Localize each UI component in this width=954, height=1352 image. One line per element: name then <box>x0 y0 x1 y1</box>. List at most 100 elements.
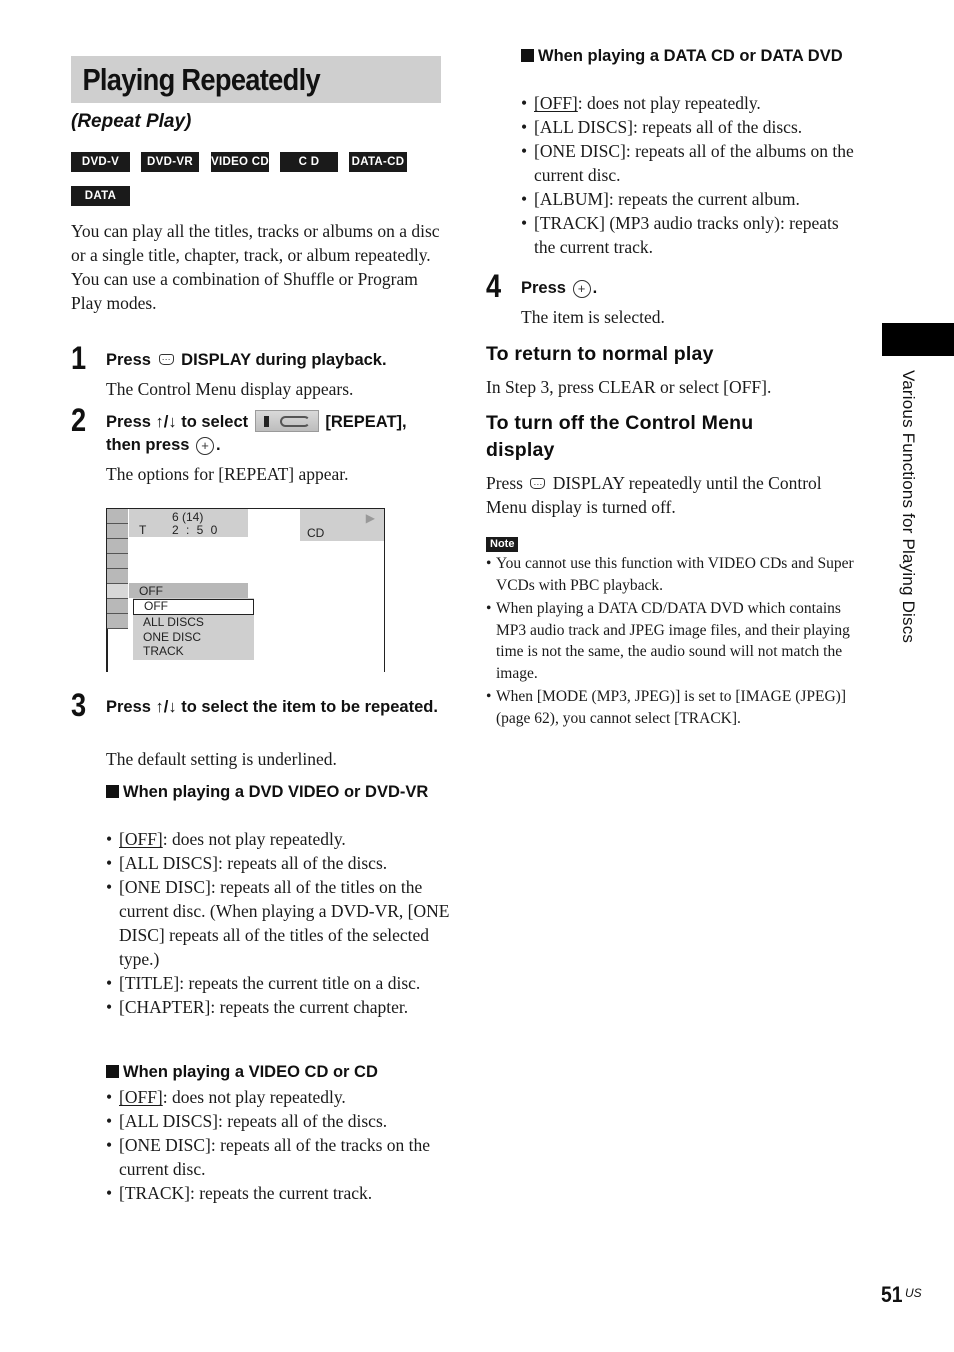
play-icon: ▶ <box>365 511 375 525</box>
section-heading-text: When playing a DVD VIDEO or DVD-VR <box>123 783 429 801</box>
section-heading: When playing a VIDEO CD or CD <box>106 1061 446 1084</box>
intro-paragraph: You can use a combination of Shuffle or … <box>71 269 418 313</box>
option-key: [OFF] <box>534 93 578 113</box>
osd-time: 2 : 5 0 <box>172 523 220 537</box>
option-desc: : does not play repeatedly. <box>162 829 346 849</box>
square-bullet-icon <box>106 785 119 798</box>
section-heading-text: When playing a VIDEO CD or CD <box>123 1063 378 1081</box>
osd-menu-cell-selected <box>107 584 128 599</box>
step-heading-text: then press <box>106 436 190 454</box>
option-desc: : repeats all of the discs. <box>218 853 388 873</box>
badge-cd: C D <box>280 152 338 172</box>
osd-option: ALL DISCS <box>143 615 204 629</box>
option-key: [ALL DISCS] <box>119 853 219 873</box>
turn-off-body: Press DISPLAY repeatedly until the Contr… <box>486 471 856 519</box>
vcd-options-list: [OFF]: does not play repeatedly. [ALL DI… <box>106 1085 451 1205</box>
notes-list: You cannot use this function with VIDEO … <box>486 553 856 731</box>
section-heading: When playing a DATA CD or DATA DVD <box>521 45 851 68</box>
square-bullet-icon <box>521 49 534 62</box>
osd-menu-cell <box>107 554 128 569</box>
badge-data-cd: DATA-CD <box>349 152 407 172</box>
osd-menu-cell <box>107 539 128 554</box>
badge-dvd-v: DVD-V <box>71 152 130 172</box>
note-item: When [MODE (MP3, JPEG)] is set to [IMAGE… <box>486 686 856 729</box>
option-desc: : repeats the current track. <box>189 1183 373 1203</box>
osd-option: TRACK <box>143 644 184 658</box>
option-desc: : does not play repeatedly. <box>577 93 761 113</box>
control-menu-display: 6 (14) T 2 : 5 0 CD ▶ OFF OFF ALL DISCS … <box>106 508 385 672</box>
option-key: [ONE DISC] <box>119 1135 211 1155</box>
step-body: The default setting is underlined. <box>106 749 337 769</box>
osd-menu-cell <box>107 569 128 584</box>
option-key: [CHAPTER] <box>119 997 211 1017</box>
step-heading-text: Press ↑/↓ to select <box>106 413 249 431</box>
option-desc: : repeats the current album. <box>608 189 800 209</box>
list-item: [CHAPTER]: repeats the current chapter. <box>106 995 451 1019</box>
period: . <box>216 436 221 454</box>
step-body: The item is selected. <box>521 307 665 327</box>
option-key: [ALL DISCS] <box>534 117 634 137</box>
step-number: 1 <box>71 340 87 376</box>
display-button-icon <box>158 348 174 371</box>
osd-option-selected: OFF <box>133 599 254 615</box>
list-item: [ONE DISC]: repeats all of the tracks on… <box>106 1133 451 1181</box>
page-subtitle: (Repeat Play) <box>71 111 192 132</box>
note-item: When playing a DATA CD/DATA DVD which co… <box>486 598 856 684</box>
option-desc: : repeats all of the discs. <box>218 1111 388 1131</box>
list-item: [ALBUM]: repeats the current album. <box>521 187 861 211</box>
badge-dvd-vr: DVD-VR <box>141 152 199 172</box>
osd-option: ONE DISC <box>143 629 202 644</box>
return-normal-heading: To return to normal play <box>486 343 714 365</box>
step-body: The Control Menu display appears. <box>106 379 354 399</box>
option-key: [TRACK] <box>534 213 605 233</box>
step-heading: Press ↑/↓ to select the item to be repea… <box>106 698 438 716</box>
square-bullet-icon <box>106 1065 119 1078</box>
osd-playback-info: 6 (14) T 2 : 5 0 <box>129 509 248 537</box>
list-item: [TRACK]: repeats the current track. <box>106 1181 451 1205</box>
list-item: [OFF]: does not play repeatedly. <box>521 91 861 115</box>
data-options-list: [OFF]: does not play repeatedly. [ALL DI… <box>521 91 861 259</box>
osd-options-list: OFF ALL DISCS ONE DISC TRACK <box>133 598 254 660</box>
step-heading-text: DISPLAY during playback. <box>181 351 387 369</box>
title-bar: Playing Repeatedly <box>71 56 441 103</box>
return-normal-body: In Step 3, press CLEAR or select [OFF]. <box>486 377 772 397</box>
list-item: [OFF]: does not play repeatedly. <box>106 827 451 851</box>
list-item: [ALL DISCS]: repeats all of the discs. <box>521 115 861 139</box>
osd-disc-type: CD <box>307 526 325 540</box>
intro-text: You can play all the titles, tracks or a… <box>71 219 446 315</box>
period: . <box>592 279 598 297</box>
osd-menu-cell <box>107 509 128 524</box>
osd-disc-info: CD ▶ <box>300 509 384 541</box>
step-heading-text: [REPEAT], <box>325 413 407 431</box>
step-heading: Press DISPLAY during playback. <box>106 348 446 372</box>
badge-video-cd: VIDEO CD <box>211 152 269 172</box>
osd-menu-cell <box>107 599 128 614</box>
list-item: [TRACK] (MP3 audio tracks only): repeats… <box>521 211 861 259</box>
step-heading: Press ↑/↓ to select [REPEAT], then press… <box>106 409 446 457</box>
enter-button-icon: + <box>572 279 591 298</box>
list-item: [ALL DISCS]: repeats all of the discs. <box>106 851 451 875</box>
section-heading-text: When playing a DATA CD or DATA DVD <box>538 47 843 65</box>
chapter-side-label: Various Functions for Playing Discs <box>899 370 918 644</box>
option-key: [TITLE] <box>119 973 180 993</box>
osd-time-label: T <box>139 523 147 537</box>
list-item: [ALL DISCS]: repeats all of the discs. <box>106 1109 451 1133</box>
option-key: [ALBUM] <box>534 189 609 209</box>
option-key: [ONE DISC] <box>119 877 211 897</box>
page-number: 51 <box>881 1282 903 1307</box>
osd-current-value: OFF <box>129 583 248 598</box>
option-key: [ALL DISCS] <box>119 1111 219 1131</box>
step-heading: Press +. <box>521 277 861 300</box>
step-heading-text: Press <box>521 279 566 297</box>
option-desc: : repeats the current title on a disc. <box>179 973 421 993</box>
body-text: Press <box>486 473 523 493</box>
enter-button-icon: + <box>196 436 215 455</box>
list-item: [OFF]: does not play repeatedly. <box>106 1085 451 1109</box>
turn-off-heading: To turn off the Control Menu display <box>486 412 754 461</box>
step-number: 4 <box>486 268 502 304</box>
option-key: [OFF] <box>119 829 163 849</box>
option-desc: : repeats all of the discs. <box>633 117 803 137</box>
page-title: Playing Repeatedly <box>82 62 320 97</box>
osd-menu-cell <box>107 614 128 629</box>
step-number: 2 <box>71 402 87 438</box>
